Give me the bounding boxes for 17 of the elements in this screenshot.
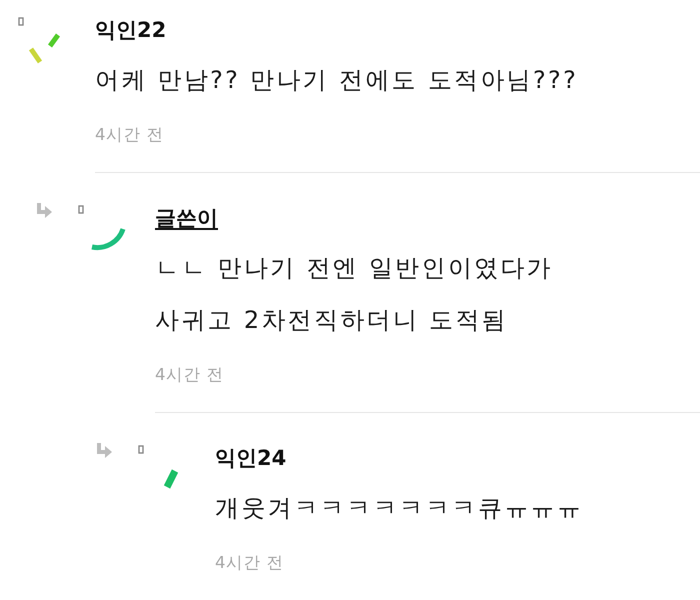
comment-text: ㄴㄴ 만나기 전엔 일반인이였다가 사귀고 2차전직하더니 도적됨: [155, 253, 554, 336]
reply-arrow-icon: [96, 443, 112, 459]
comment-author[interactable]: 글쓴이: [155, 206, 218, 230]
avatar-icon: [90, 227, 126, 251]
comment-text: 개웃겨ㅋㅋㅋㅋㅋㅋㅋ큐ㅠㅠㅠ: [215, 493, 584, 524]
avatar-icon: [163, 469, 179, 489]
comment-time: 4시간 전: [215, 553, 284, 573]
reply-arrow-icon: [36, 203, 52, 219]
comment-author[interactable]: 익인22: [95, 18, 166, 42]
rectangle-icon: [78, 205, 84, 214]
comment-text: 어케 만남?? 만나기 전에도 도적아님???: [95, 65, 580, 96]
avatar-icon: [28, 33, 61, 65]
comment-time: 4시간 전: [155, 365, 224, 385]
comment-author[interactable]: 익인24: [215, 446, 286, 470]
rectangle-icon: [138, 445, 144, 454]
rectangle-icon: [18, 17, 24, 26]
comment-time: 4시간 전: [95, 125, 164, 145]
